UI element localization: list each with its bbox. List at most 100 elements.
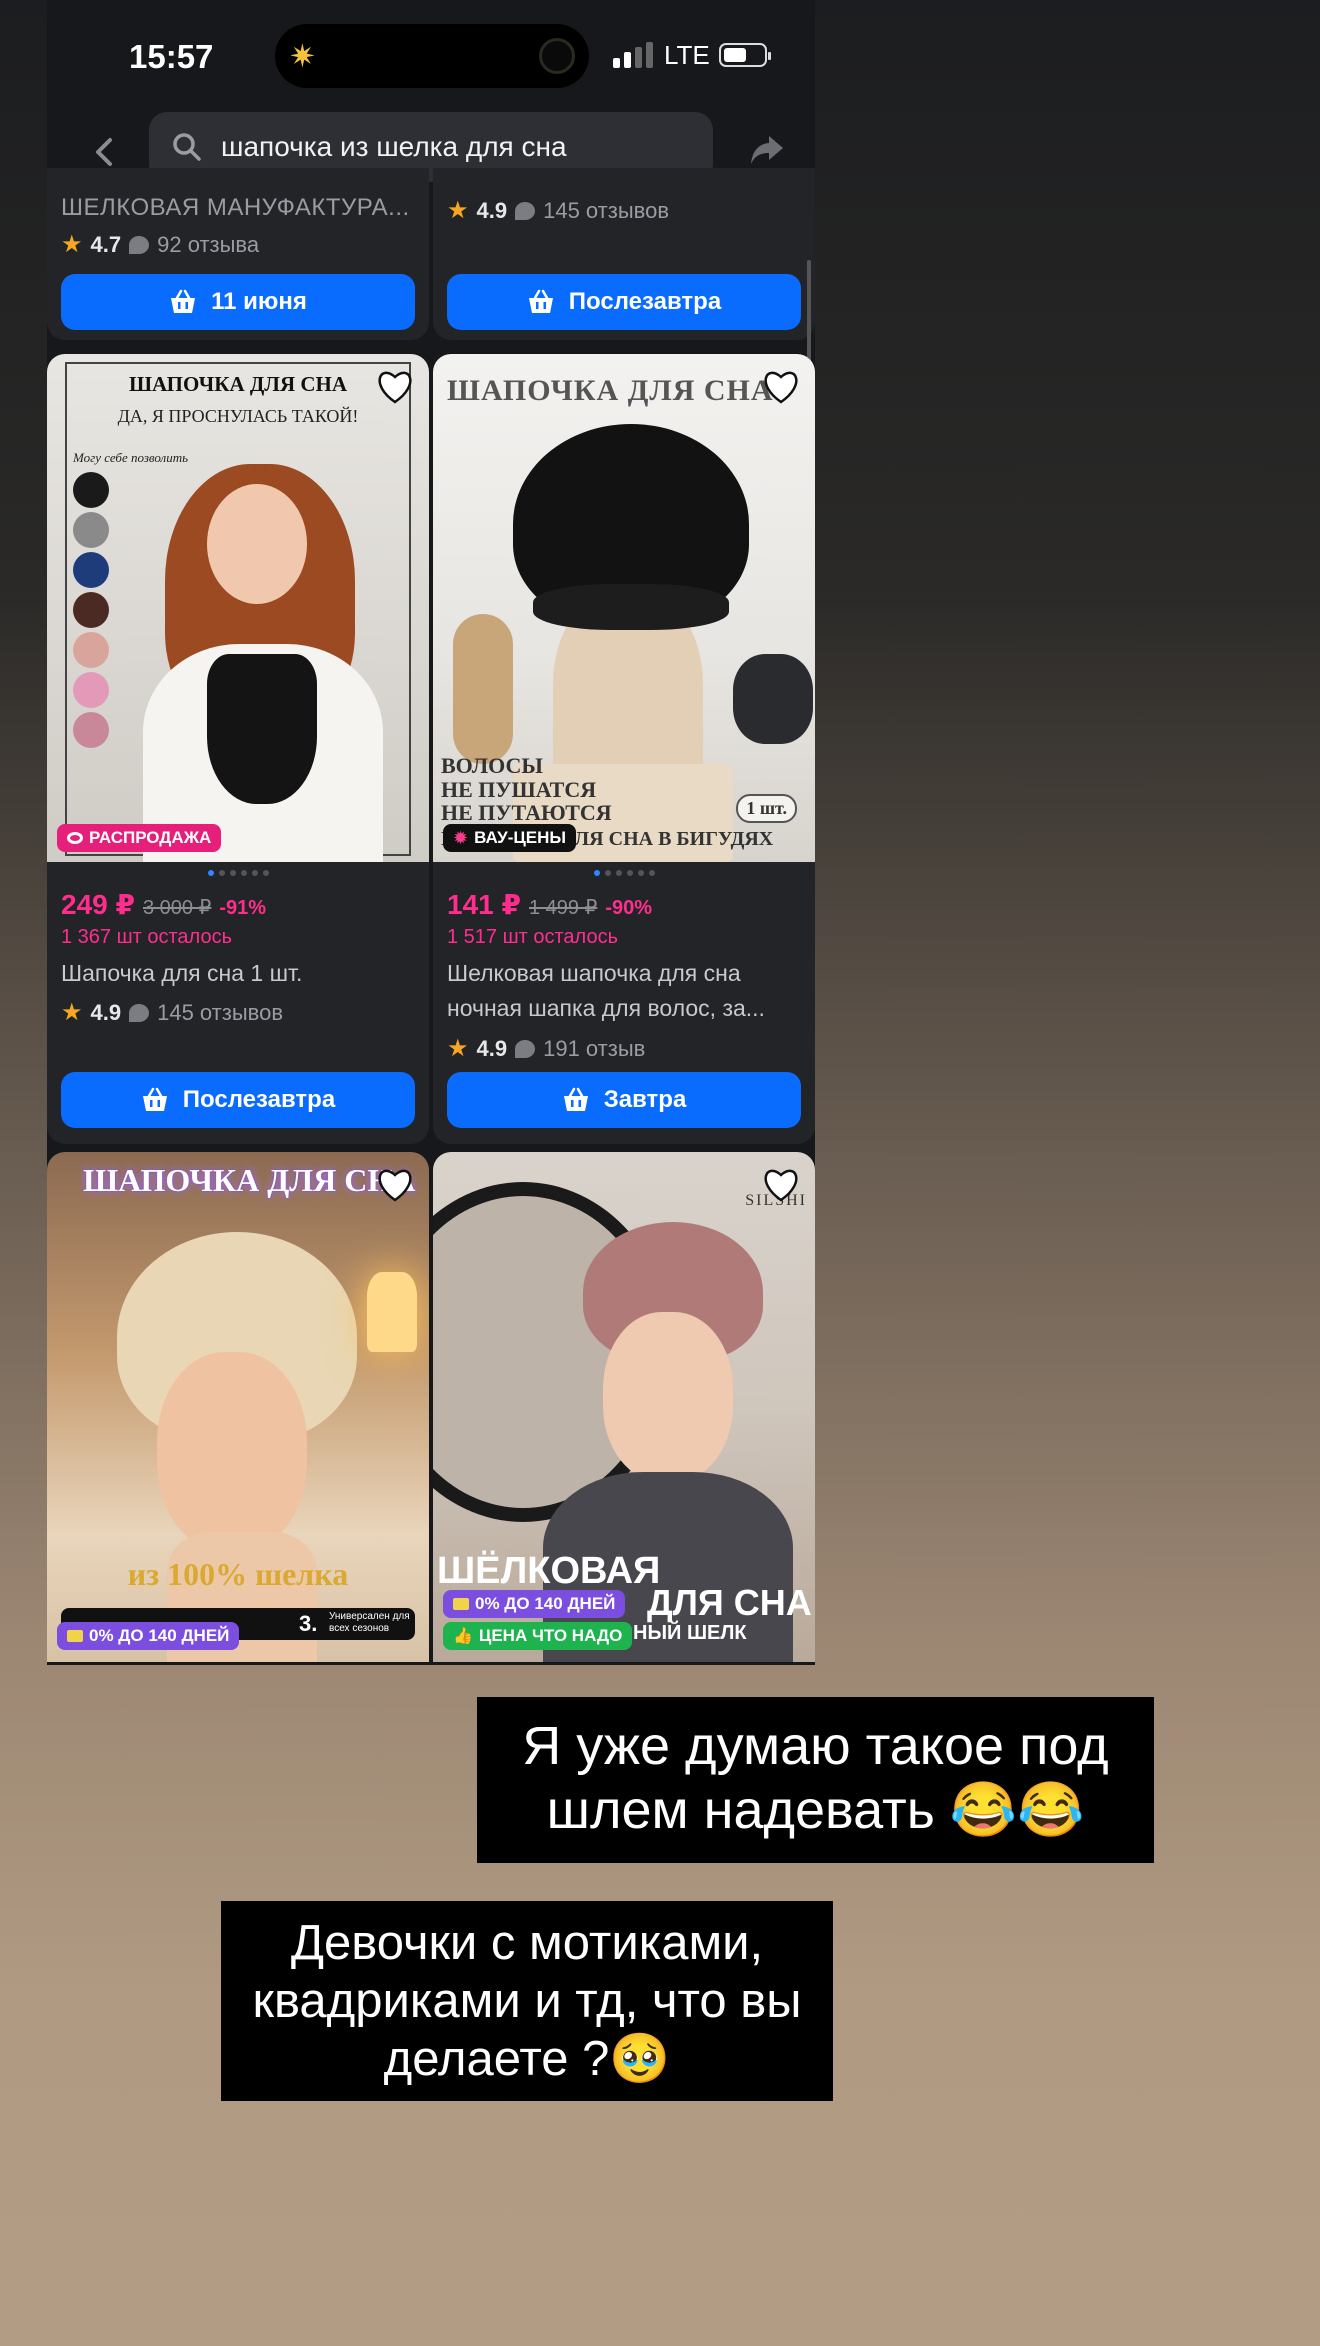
delivery-label: Послезавтра bbox=[568, 288, 722, 315]
product-image[interactable]: ШАПОЧКА ДЛЯ СНА ДА, Я ПРОСНУЛАСЬ ТАКОЙ! … bbox=[47, 354, 429, 862]
review-count: 145 отзывов bbox=[543, 197, 670, 223]
product-card-partial[interactable]: ★ 4.9 145 отзывов Послезавтра bbox=[433, 168, 815, 340]
product-title: Шелковая шапочка для сна ночная шапка дл… bbox=[447, 960, 765, 1021]
star-icon: ★ bbox=[61, 999, 83, 1026]
product-title: Шапочка для сна 1 шт. bbox=[61, 960, 303, 986]
card-icon bbox=[453, 1598, 469, 1610]
comment-icon bbox=[129, 235, 150, 254]
image-subheading: ДА, Я ПРОСНУЛАСЬ ТАКОЙ! bbox=[117, 406, 359, 426]
status-time: 15:57 bbox=[129, 38, 214, 75]
basket-icon bbox=[528, 289, 553, 313]
price: 249 ₽ bbox=[61, 889, 135, 920]
old-price: 3 000 ₽ bbox=[142, 897, 212, 919]
price-row: 249 ₽ 3 000 ₽ -91% bbox=[61, 888, 266, 921]
delivery-button[interactable]: Послезавтра bbox=[447, 274, 801, 330]
image-pager[interactable] bbox=[47, 870, 429, 876]
image-footer: из 100% шелка bbox=[127, 1556, 349, 1592]
ring-icon bbox=[67, 832, 83, 844]
wow-price-badge: ✹ ВАУ-ЦЕНЫ bbox=[443, 824, 577, 852]
product-card[interactable]: ШАПОЧКА ДЛЯ СНА ДА, Я ПРОСНУЛАСЬ ТАКОЙ! … bbox=[47, 354, 429, 1144]
delivery-button[interactable]: Послезавтра bbox=[61, 1072, 415, 1128]
camera-icon bbox=[539, 38, 575, 74]
seller-name: ШЕЛКОВАЯ МАНУФАКТУРА... bbox=[61, 194, 410, 221]
card-icon bbox=[67, 1630, 83, 1642]
good-price-badge: 👍 ЦЕНА ЧТО НАДО bbox=[443, 1622, 633, 1650]
installment-badge: 0% ДО 140 ДНЕЙ bbox=[57, 1622, 240, 1650]
old-price: 1 499 ₽ bbox=[528, 897, 598, 919]
price-row: 141 ₽ 1 499 ₽ -90% bbox=[447, 888, 652, 921]
image-heading: ШЁЛКОВАЯ bbox=[437, 1550, 661, 1592]
network-label: LTE bbox=[664, 40, 710, 70]
lamp bbox=[367, 1272, 417, 1352]
burst-icon: ✹ bbox=[453, 827, 469, 848]
rating-row: ★ 4.9 145 отзывов bbox=[447, 196, 669, 225]
image-heading: ШАПОЧКА ДЛЯ СНА bbox=[447, 374, 774, 407]
basket-icon bbox=[142, 1087, 167, 1111]
rating-value: 4.9 bbox=[476, 1035, 508, 1061]
image-overlay-3: НЕ ПУТАЮТСЯ bbox=[441, 800, 612, 825]
review-count: 92 отзыва bbox=[157, 231, 260, 257]
basket-icon bbox=[563, 1087, 588, 1111]
product-card[interactable]: ШАПОЧКА ДЛЯ СНА из 100% шелка 3. Универс… bbox=[47, 1152, 429, 1662]
heart-icon[interactable] bbox=[375, 368, 415, 404]
discount: -91% bbox=[219, 897, 267, 919]
star-icon: ★ bbox=[447, 197, 469, 224]
sun-icon: ✷ bbox=[289, 38, 316, 74]
search-icon bbox=[173, 133, 201, 161]
image-heading-2: ДЛЯ СНА bbox=[647, 1582, 812, 1623]
hairbrush bbox=[453, 614, 513, 764]
image-heading-3: НЫЙ ШЕЛК bbox=[633, 1622, 747, 1644]
delivery-label: 11 июня bbox=[211, 288, 307, 315]
feature-3-text: Универсален для всех сезонов bbox=[329, 1611, 410, 1634]
discount: -90% bbox=[605, 897, 653, 919]
rating-row: ★ 4.7 92 отзыва bbox=[61, 230, 259, 259]
review-count: 191 отзыв bbox=[543, 1035, 646, 1061]
stock-left: 1 367 шт осталось bbox=[61, 926, 232, 948]
heart-icon[interactable] bbox=[761, 368, 801, 404]
image-pager[interactable] bbox=[433, 870, 815, 876]
hairdryer bbox=[733, 654, 813, 744]
back-arrow-icon[interactable] bbox=[85, 132, 125, 172]
comment-icon bbox=[515, 1039, 536, 1058]
product-card-partial[interactable]: ШЕЛКОВАЯ МАНУФАКТУРА... ★ 4.7 92 отзыва … bbox=[47, 168, 429, 340]
rating-row: ★ 4.9 145 отзывов bbox=[61, 998, 283, 1027]
image-note: Могу себе позволить bbox=[73, 450, 189, 465]
signal-icon bbox=[613, 42, 653, 68]
rating-value: 4.9 bbox=[90, 999, 122, 1025]
delivery-label: Послезавтра bbox=[182, 1086, 336, 1113]
rating-value: 4.9 bbox=[476, 197, 508, 223]
search-query: шапочка из шелка для сна bbox=[221, 131, 567, 162]
heart-icon[interactable] bbox=[761, 1166, 801, 1202]
image-heading: ШАПОЧКА ДЛЯ СНА bbox=[83, 1162, 416, 1198]
product-card[interactable]: SILSHI ШЁЛКОВАЯ ДЛЯ СНА НЫЙ ШЕЛК 0% ДО 1… bbox=[433, 1152, 815, 1662]
thumbs-up-icon: 👍 bbox=[453, 1628, 473, 1645]
image-badge: 1 шт. bbox=[736, 794, 797, 823]
sale-badge: РАСПРОДАЖА bbox=[57, 824, 222, 852]
star-icon: ★ bbox=[447, 1035, 469, 1062]
price: 141 ₽ bbox=[447, 889, 521, 920]
comment-icon bbox=[515, 201, 536, 220]
product-image[interactable]: ШАПОЧКА ДЛЯ СНА ВОЛОСЫ НЕ ПУШАТСЯ НЕ ПУТ… bbox=[433, 354, 815, 862]
rating-value: 4.7 bbox=[90, 231, 122, 257]
delivery-label: Завтра bbox=[603, 1086, 687, 1113]
story-caption-second: Девочки с мотиками, квадриками и тд, что… bbox=[221, 1901, 833, 2101]
delivery-button[interactable]: 11 июня bbox=[61, 274, 415, 330]
star-icon: ★ bbox=[61, 231, 83, 258]
battery-icon bbox=[719, 43, 771, 67]
image-overlay-1: ВОЛОСЫ bbox=[441, 753, 543, 778]
installment-badge: 0% ДО 140 ДНЕЙ bbox=[443, 1590, 626, 1618]
feature-3-number: 3. bbox=[299, 1611, 318, 1636]
heart-icon[interactable] bbox=[375, 1166, 415, 1202]
product-card[interactable]: ШАПОЧКА ДЛЯ СНА ВОЛОСЫ НЕ ПУШАТСЯ НЕ ПУТ… bbox=[433, 354, 815, 1144]
share-icon[interactable] bbox=[747, 130, 787, 170]
review-count: 145 отзывов bbox=[157, 999, 284, 1025]
image-heading: ШАПОЧКА ДЛЯ СНА bbox=[128, 372, 348, 396]
story-caption-first: Я уже думаю такое под шлем надевать 😂😂 bbox=[477, 1697, 1154, 1863]
basket-icon bbox=[171, 289, 196, 313]
stock-left: 1 517 шт осталось bbox=[447, 926, 618, 948]
rating-row: ★ 4.9 191 отзыв bbox=[447, 1034, 645, 1063]
dynamic-island: ✷ bbox=[275, 24, 589, 88]
delivery-button[interactable]: Завтра bbox=[447, 1072, 801, 1128]
app-screenshot: 15:57 ✷ LTE шапочка из шелка для сна ШЕЛ… bbox=[47, 0, 815, 1665]
comment-icon bbox=[129, 1003, 150, 1022]
